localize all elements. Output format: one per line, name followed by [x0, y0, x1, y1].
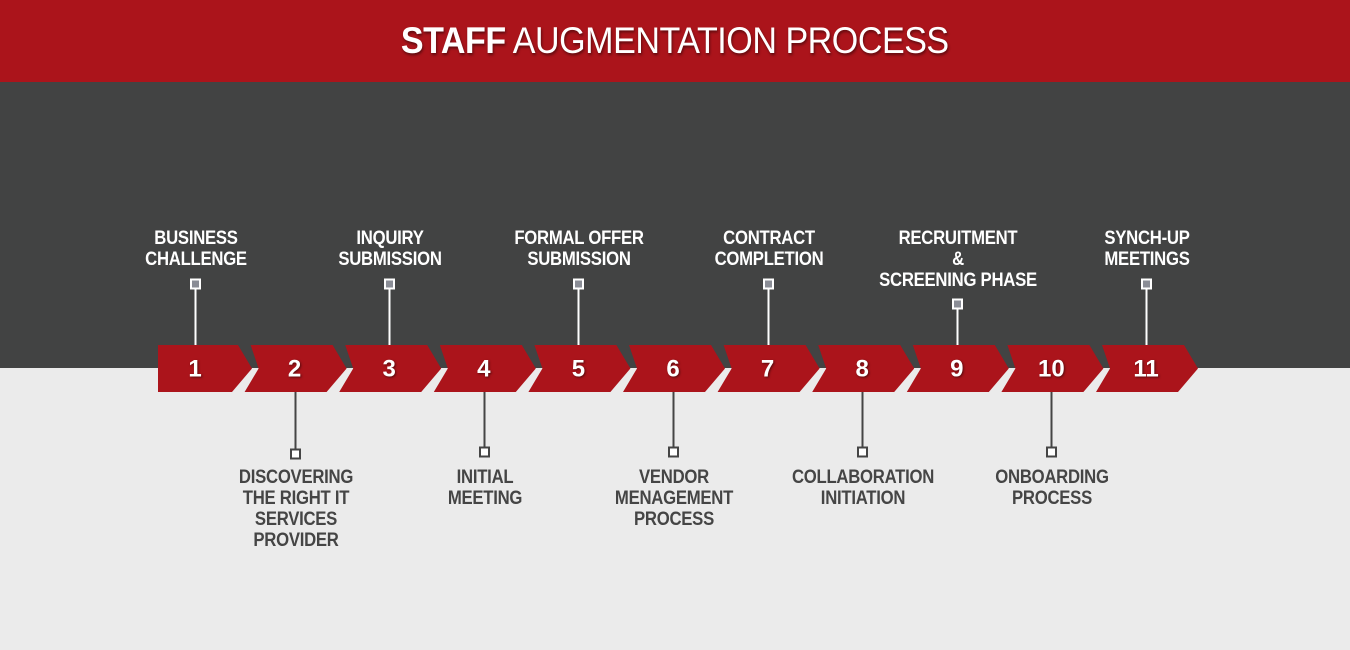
step-label-6: VENDOR MENAGEMENT PROCESS	[614, 467, 732, 530]
step-number: 8	[856, 356, 869, 383]
step-8: 8	[812, 345, 915, 458]
marker-square-icon	[668, 446, 679, 458]
step-number: 4	[477, 356, 491, 383]
step-label-4: INITIAL MEETING	[447, 467, 522, 509]
label-line: PROCESS	[1011, 488, 1092, 509]
step-number: 2	[288, 356, 301, 383]
label-line: INITIAL	[456, 467, 513, 488]
label-line: MENAGEMENT	[614, 488, 733, 509]
marker-square-icon	[479, 446, 490, 458]
step-label-7: CONTRACT COMPLETION	[714, 228, 823, 270]
step-1: 1	[158, 278, 252, 392]
title-bold: STAFF	[401, 20, 506, 61]
marker-square-icon	[190, 278, 201, 290]
page-title: STAFF AUGMENTATION PROCESS	[401, 20, 949, 62]
step-label-9: RECRUITMENT & SCREENING PHASE	[879, 228, 1037, 291]
label-line: DISCOVERING	[238, 467, 353, 488]
step-4: 4	[433, 345, 536, 458]
marker-square-icon	[763, 278, 774, 290]
label-line: SUBMISSION	[337, 249, 442, 270]
label-line: RECRUITMENT	[898, 228, 1017, 249]
marker-square-icon	[1141, 278, 1152, 290]
step-label-2: DISCOVERING THE RIGHT IT SERVICES PROVIDER	[238, 467, 352, 551]
label-line: MEETING	[447, 488, 522, 509]
step-label-10: ONBOARDING PROCESS	[994, 467, 1109, 509]
step-6: 6	[623, 345, 725, 458]
step-number: 7	[761, 356, 774, 383]
step-number: 9	[950, 356, 963, 383]
marker-square-icon	[573, 278, 584, 290]
marker-square-icon	[952, 298, 963, 310]
label-line: SYNCH-UP	[1103, 228, 1190, 249]
step-2: 2	[244, 345, 347, 460]
step-label-3: INQUIRY SUBMISSION	[337, 228, 442, 270]
label-line: COMPLETION	[714, 249, 823, 270]
label-line: VENDOR	[638, 467, 709, 488]
header-banner: STAFF AUGMENTATION PROCESS	[0, 0, 1350, 82]
step-number: 5	[572, 356, 585, 383]
label-line: SERVICES	[254, 509, 337, 530]
step-label-5: FORMAL OFFER SUBMISSION	[513, 228, 644, 270]
step-number: 10	[1038, 356, 1065, 383]
label-line: MEETINGS	[1103, 249, 1190, 270]
marker-square-icon	[384, 278, 395, 290]
title-rest: AUGMENTATION PROCESS	[513, 20, 949, 61]
label-line: THE RIGHT IT	[242, 488, 349, 509]
label-line: INQUIRY	[355, 228, 424, 249]
chevron-1	[158, 345, 252, 392]
step-number: 1	[188, 356, 201, 383]
label-line: COLLABORATION	[791, 467, 934, 488]
label-line: INITIATION	[820, 488, 905, 509]
marker-square-icon	[290, 448, 301, 460]
step-5: 5	[528, 278, 631, 392]
label-line: CHALLENGE	[144, 249, 247, 270]
label-line: PROVIDER	[252, 530, 339, 551]
step-7: 7	[717, 278, 820, 392]
step-label-1: BUSINESS CHALLENGE	[145, 228, 247, 270]
label-line: CONTRACT	[722, 228, 815, 249]
label-line: &	[951, 249, 964, 270]
label-line: SUBMISSION	[526, 249, 631, 270]
step-label-8: COLLABORATION INITIATION	[791, 467, 933, 509]
step-9: 9	[906, 298, 1009, 392]
step-10: 10	[1001, 345, 1104, 458]
step-label-11: SYNCH-UP MEETINGS	[1104, 228, 1189, 270]
label-line: FORMAL OFFER	[513, 228, 644, 249]
step-number: 11	[1133, 356, 1158, 383]
step-number: 3	[383, 356, 396, 383]
marker-square-icon	[857, 446, 868, 458]
label-line: PROCESS	[633, 509, 714, 530]
step-number: 6	[666, 356, 679, 383]
step-11: 11	[1096, 278, 1198, 392]
process-timeline: 1 2 3 4 5 6 7 8 9 10 11	[158, 278, 1198, 460]
label-line: BUSINESS	[153, 228, 238, 249]
label-line: SCREENING PHASE	[878, 270, 1037, 291]
step-3: 3	[339, 278, 442, 392]
label-line: ONBOARDING	[994, 467, 1109, 488]
marker-square-icon	[1046, 446, 1057, 458]
